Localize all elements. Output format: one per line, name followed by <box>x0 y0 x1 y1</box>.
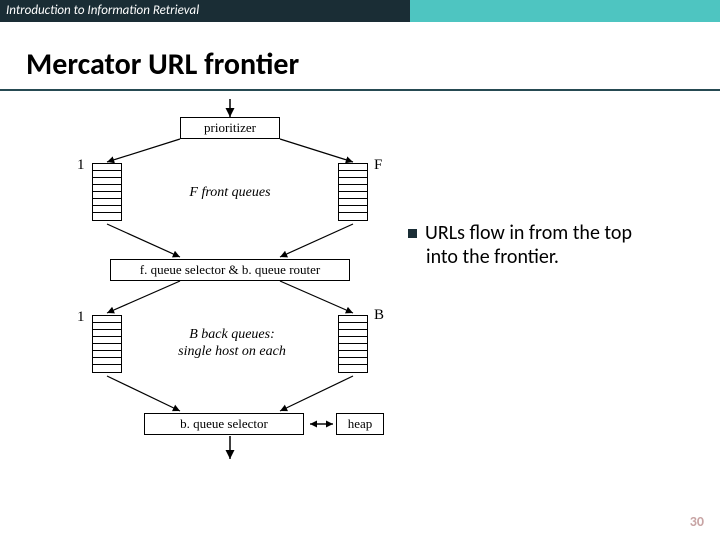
page-number: 30 <box>690 513 704 530</box>
heap-box: heap <box>336 413 384 435</box>
front-queues-caption: F front queues <box>175 185 285 202</box>
front-queue-left <box>92 163 122 221</box>
bullet-square-icon <box>408 229 417 238</box>
selector-router-box: f. queue selector & b. queue router <box>110 259 350 281</box>
front-label-1: 1 <box>77 157 85 174</box>
mercator-diagram: prioritizer 1 F F front queues f. queue … <box>80 99 400 519</box>
slide-title: Mercator URL frontier <box>26 46 720 83</box>
diagram-connectors <box>80 99 400 519</box>
course-title: Introduction to Information Retrieval <box>0 0 410 22</box>
bullet-line-2: into the frontier. <box>426 245 698 269</box>
content-area: prioritizer 1 F F front queues f. queue … <box>0 91 720 521</box>
back-label-B: B <box>374 307 384 324</box>
back-queues-caption: B back queues: single host on each <box>162 327 302 361</box>
back-selector-box: b. queue selector <box>144 413 304 435</box>
back-label-1: 1 <box>77 309 85 326</box>
back-queue-left <box>92 315 122 373</box>
prioritizer-box: prioritizer <box>180 117 280 139</box>
front-queue-right <box>338 163 368 221</box>
bullet-line-1: URLs flow in from the top <box>425 221 632 245</box>
bullet-point: URLs flow in from the top into the front… <box>408 221 698 269</box>
back-queue-right <box>338 315 368 373</box>
header-accent <box>410 0 720 22</box>
header-bar: Introduction to Information Retrieval <box>0 0 720 22</box>
front-label-F: F <box>374 157 382 174</box>
